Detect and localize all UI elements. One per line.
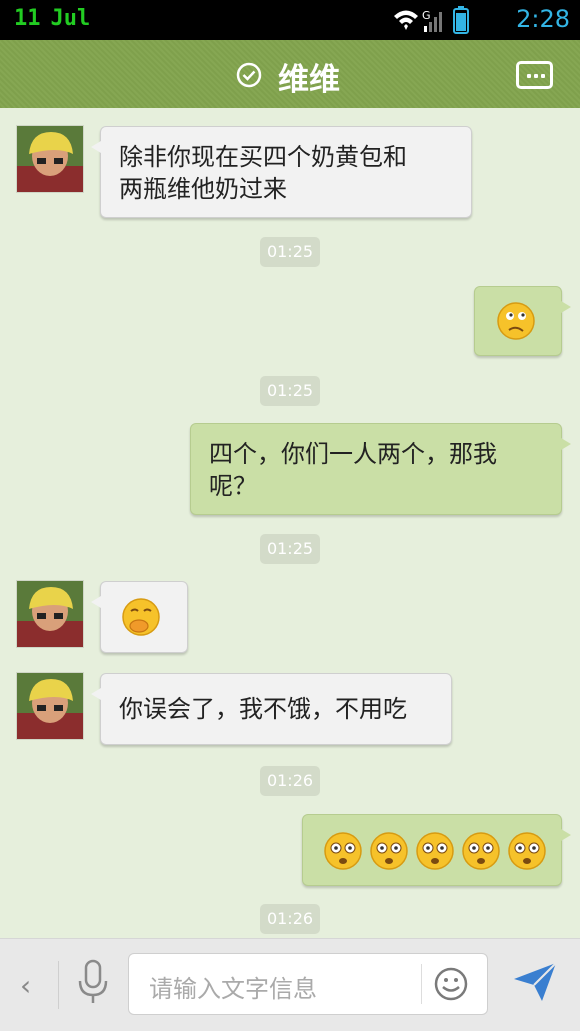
message-bubble-outgoing[interactable] [302, 814, 571, 886]
emoji-icon[interactable] [433, 966, 469, 1002]
more-icon[interactable] [516, 61, 553, 89]
avatar[interactable] [16, 580, 84, 648]
chevron-left-icon[interactable]: ‹ [20, 969, 31, 1002]
status-bar: 11 Jul G 2:28 [0, 0, 580, 40]
message-text: 四个，你们一人两个，那我 呢？ [209, 440, 497, 500]
input-placeholder: 请输入文字信息 [149, 975, 317, 1003]
timestamp: 01:26 [260, 904, 320, 934]
microphone-icon[interactable] [76, 959, 110, 1005]
giggle-face-icon [122, 598, 160, 636]
avatar[interactable] [16, 672, 84, 740]
chat-header: 维维 [0, 40, 580, 114]
send-icon[interactable] [512, 959, 558, 1005]
contact-name: 维维 [278, 62, 340, 98]
message-text: 你误会了，我不饿，不用吃 [119, 695, 407, 723]
input-bar: ‹ 请输入文字信息 [0, 938, 580, 1031]
svg-text:G: G [422, 9, 431, 22]
divider [421, 964, 422, 1004]
status-date: 11 Jul [14, 6, 91, 31]
message-bubble-incoming[interactable] [91, 581, 188, 653]
message-input[interactable]: 请输入文字信息 [128, 953, 488, 1015]
wifi-signal-icons: G [394, 6, 469, 34]
status-time: 2:28 [516, 5, 570, 33]
timestamp: 01:25 [260, 376, 320, 406]
shocked-face-icons [324, 832, 546, 870]
avatar[interactable] [16, 125, 84, 193]
message-bubble-incoming[interactable]: 除非你现在买四个奶黄包和 两瓶维他奶过来 [91, 126, 472, 218]
timestamp: 01:26 [260, 766, 320, 796]
timestamp: 01:25 [260, 237, 320, 267]
chat-area[interactable]: 除非你现在买四个奶黄包和 两瓶维他奶过来 01:25 01:25 四个，你们一人两… [0, 108, 580, 938]
check-circle-icon [236, 62, 262, 88]
timestamp: 01:25 [260, 534, 320, 564]
message-bubble-outgoing[interactable]: 四个，你们一人两个，那我 呢？ [190, 423, 571, 515]
confused-face-icon [497, 302, 535, 340]
message-bubble-outgoing[interactable] [474, 286, 571, 356]
message-bubble-incoming[interactable]: 你误会了，我不饿，不用吃 [91, 673, 452, 745]
message-text: 除非你现在买四个奶黄包和 两瓶维他奶过来 [119, 143, 407, 203]
divider [58, 961, 59, 1009]
